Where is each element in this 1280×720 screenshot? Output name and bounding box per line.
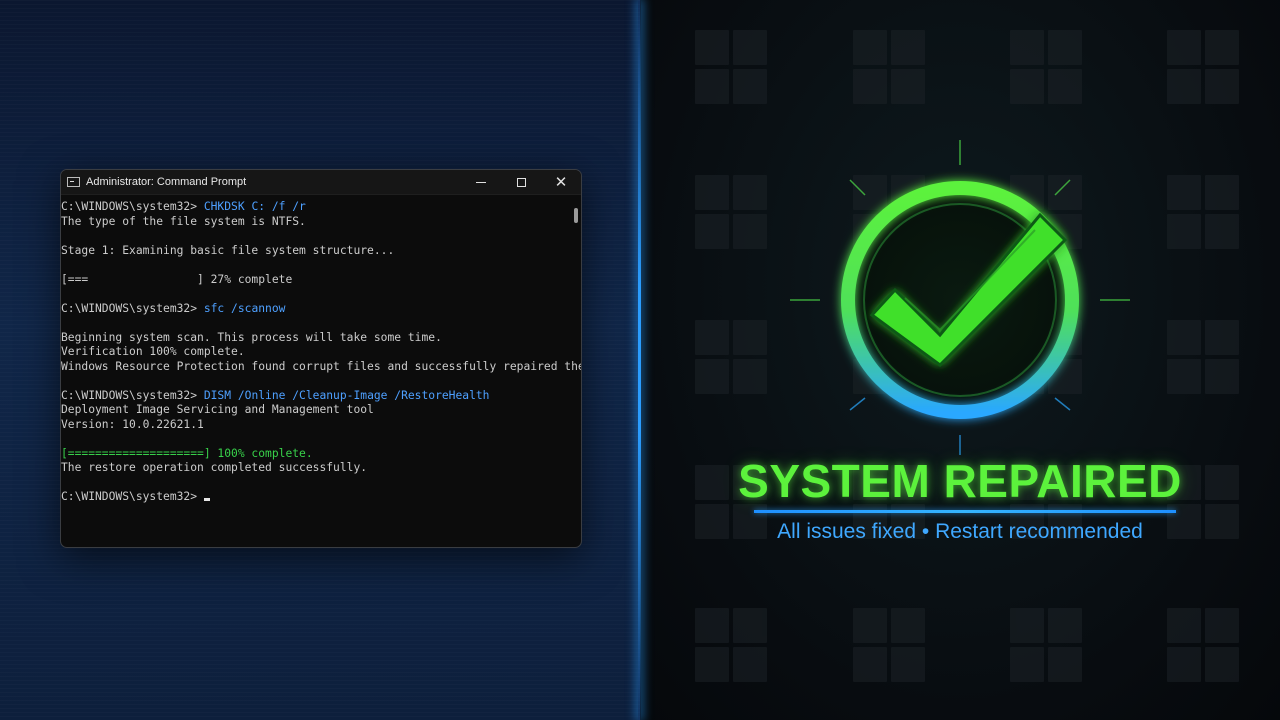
terminal-text: The restore operation completed successf… <box>61 461 368 474</box>
terminal-line: C:\WINDOWS\system32> <box>61 490 569 505</box>
command-prompt-window[interactable]: Administrator: Command Prompt ✕ C:\WINDO… <box>60 169 582 548</box>
terminal-prompt: C:\WINDOWS\system32> <box>61 388 198 402</box>
close-button[interactable]: ✕ <box>541 170 581 194</box>
terminal-line: [====================] 100% complete. <box>61 447 569 462</box>
status-subtitle: All issues fixed • Restart recommended <box>777 520 1143 543</box>
scrollbar-thumb[interactable] <box>574 208 578 223</box>
terminal-icon <box>67 177 80 187</box>
terminal-text: [=== ] 27% complete <box>61 272 293 286</box>
windows-logo-icon <box>853 608 925 682</box>
minimize-icon <box>476 181 486 183</box>
windows-logo-icon <box>695 320 767 394</box>
checkmark-circle-icon <box>790 140 1130 455</box>
terminal-text: Beginning system scan. This process will… <box>61 330 442 344</box>
terminal-text: Version: 10.0.22621.1 <box>61 417 204 431</box>
terminal-line: Stage 1: Examining basic file system str… <box>61 244 569 259</box>
terminal-line: C:\WINDOWS\system32> CHKDSK C: /f /r <box>61 200 569 215</box>
terminal-prompt: C:\WINDOWS\system32> <box>61 490 198 503</box>
window-title: Administrator: Command Prompt <box>86 176 247 188</box>
terminal-command: CHKDSK C: /f /r <box>197 200 306 213</box>
terminal-line: The type of the file system is NTFS. <box>61 215 569 230</box>
terminal-line: Version: 10.0.22621.1 <box>61 418 569 433</box>
terminal-line: C:\WINDOWS\system32> DISM /Online /Clean… <box>61 389 569 404</box>
terminal-text: Windows Resource Protection found corrup… <box>61 359 582 373</box>
terminal-line: Verification 100% complete. <box>61 345 569 360</box>
windows-logo-icon <box>695 608 767 682</box>
terminal-command: sfc /scannow <box>197 301 286 315</box>
terminal-text: Verification 100% complete. <box>61 345 245 358</box>
terminal-prompt: C:\WINDOWS\system32> <box>61 301 198 315</box>
terminal-line: [=== ] 27% complete <box>61 273 569 288</box>
terminal-line: Deployment Image Servicing and Managemen… <box>61 403 569 418</box>
minimize-button[interactable] <box>461 170 501 194</box>
windows-logo-icon <box>853 30 925 104</box>
windows-logo-icon <box>1010 30 1082 104</box>
maximize-button[interactable] <box>501 170 541 194</box>
close-icon: ✕ <box>554 173 568 191</box>
windows-logo-icon <box>1167 175 1239 249</box>
terminal-line: Beginning system scan. This process will… <box>61 331 569 346</box>
windows-logo-icon <box>695 175 767 249</box>
terminal-text: Stage 1: Examining basic file system str… <box>61 243 395 257</box>
window-controls: ✕ <box>461 170 581 194</box>
terminal-output[interactable]: C:\WINDOWS\system32> CHKDSK C: /f /r The … <box>61 195 581 547</box>
text-cursor <box>203 498 210 501</box>
terminal-line: The restore operation completed successf… <box>61 461 569 476</box>
windows-logo-icon <box>1167 608 1239 682</box>
title-bar[interactable]: Administrator: Command Prompt ✕ <box>61 170 581 195</box>
windows-logo-icon <box>695 30 767 104</box>
terminal-text: [====================] 100% complete. <box>61 446 313 460</box>
terminal-command <box>197 490 204 503</box>
terminal-line: C:\WINDOWS\system32> sfc /scannow <box>61 302 569 317</box>
terminal-line: Windows Resource Protection found corrup… <box>61 360 581 375</box>
glow-divider <box>638 0 641 720</box>
heading-underline <box>754 510 1176 513</box>
windows-logo-icon <box>1167 320 1239 394</box>
status-heading: SYSTEM REPAIRED <box>738 455 1182 507</box>
maximize-icon <box>516 177 526 187</box>
terminal-command: DISM /Online /Cleanup-Image /RestoreHeal… <box>197 388 490 402</box>
windows-logo-icon <box>1167 30 1239 104</box>
terminal-text: Deployment Image Servicing and Managemen… <box>61 403 374 416</box>
terminal-text: The type of the file system is NTFS. <box>61 214 306 228</box>
windows-logo-icon <box>1010 608 1082 682</box>
terminal-prompt: C:\WINDOWS\system32> <box>61 200 198 213</box>
